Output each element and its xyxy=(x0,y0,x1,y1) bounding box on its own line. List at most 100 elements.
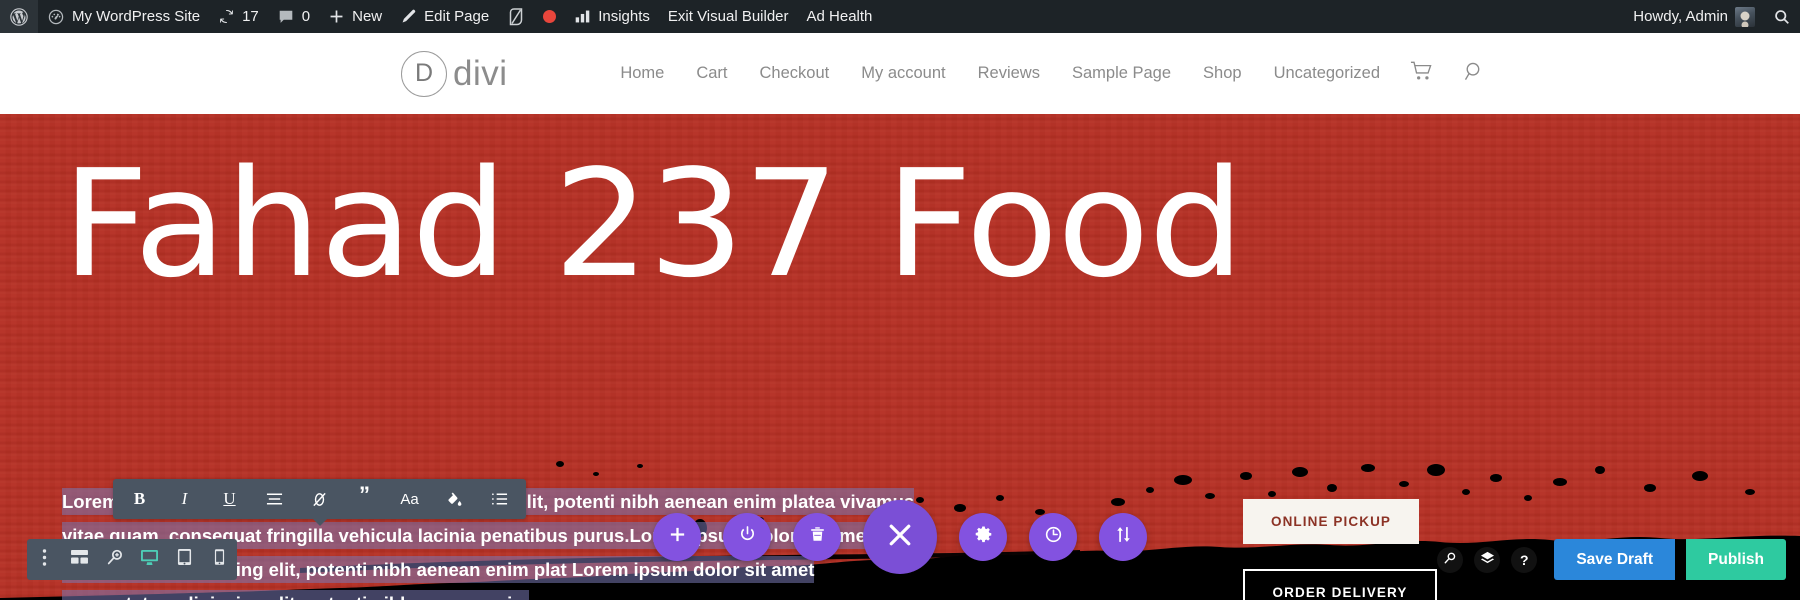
layers-button[interactable] xyxy=(1474,546,1501,573)
adminbar-right-group: Howdy, Admin xyxy=(1624,0,1800,33)
bold-icon[interactable]: B xyxy=(117,479,162,519)
page-settings-button[interactable] xyxy=(723,513,771,561)
adminbar-site-name[interactable]: My WordPress Site xyxy=(38,0,209,33)
italic-icon[interactable]: I xyxy=(162,479,207,519)
layers-icon xyxy=(1480,551,1495,568)
header-search-button[interactable] xyxy=(1449,60,1500,88)
text-color-icon[interactable] xyxy=(432,479,477,519)
plus-icon xyxy=(328,8,345,25)
adminbar-howdy-label: Howdy, Admin xyxy=(1633,8,1728,25)
add-section-button[interactable] xyxy=(653,513,701,561)
nav-item-home[interactable]: Home xyxy=(604,64,680,83)
quote-icon[interactable]: ” xyxy=(342,479,387,519)
phone-view-button[interactable] xyxy=(202,539,237,580)
delete-button[interactable] xyxy=(793,513,841,561)
builder-view-toolbar xyxy=(27,539,237,580)
link-off-icon[interactable] xyxy=(297,479,342,519)
search-icon xyxy=(1443,551,1457,568)
site-header: D divi Home Cart Checkout My account Rev… xyxy=(0,33,1800,114)
shopping-cart-icon xyxy=(1410,60,1435,87)
adminbar-yoast-seo[interactable] xyxy=(498,0,534,33)
search-icon xyxy=(1463,60,1486,88)
search-button[interactable] xyxy=(1437,546,1464,573)
power-icon xyxy=(738,525,757,549)
adminbar-exit-visual-builder[interactable]: Exit Visual Builder xyxy=(659,0,798,33)
quote-glyph: ” xyxy=(359,482,370,507)
nav-item-reviews[interactable]: Reviews xyxy=(962,64,1056,83)
underline-icon[interactable]: U xyxy=(207,479,252,519)
portability-button[interactable] xyxy=(1099,513,1147,561)
layout-grid-icon xyxy=(70,549,89,570)
save-draft-button[interactable]: Save Draft xyxy=(1554,539,1676,580)
adminbar-recording-indicator[interactable] xyxy=(534,0,565,33)
adminbar-search-button[interactable] xyxy=(1764,0,1800,33)
order-delivery-label: ORDER DELIVERY xyxy=(1272,585,1408,600)
nav-item-uncategorized[interactable]: Uncategorized xyxy=(1258,64,1396,83)
up-down-arrows-icon xyxy=(1114,525,1133,549)
pencil-icon xyxy=(400,8,417,25)
publish-button[interactable]: Publish xyxy=(1686,539,1786,580)
list-icon[interactable] xyxy=(477,479,522,519)
search-icon xyxy=(1773,8,1791,26)
clock-icon xyxy=(1044,525,1063,549)
vertical-dots-icon xyxy=(42,548,47,572)
help-button[interactable]: ? xyxy=(1511,546,1538,573)
site-logo[interactable]: D divi xyxy=(401,50,508,97)
save-draft-label: Save Draft xyxy=(1576,550,1654,568)
nav-item-sample-page[interactable]: Sample Page xyxy=(1056,64,1187,83)
adminbar-updates[interactable]: 17 xyxy=(209,0,268,33)
align-icon[interactable] xyxy=(252,479,297,519)
adminbar-comments[interactable]: 0 xyxy=(268,0,319,33)
builder-action-toolbar: ? Save Draft Publish xyxy=(1437,539,1786,580)
adminbar-edit-page-label: Edit Page xyxy=(424,8,490,25)
nav-item-checkout[interactable]: Checkout xyxy=(744,64,846,83)
logo-letter: D xyxy=(414,59,434,87)
adminbar-new-content[interactable]: New xyxy=(319,0,391,33)
text-format-toolbar: B I U ” Aa xyxy=(113,479,526,519)
adminbar-my-account[interactable]: Howdy, Admin xyxy=(1624,0,1764,33)
adminbar-insights-label: Insights xyxy=(598,8,650,25)
close-x-icon xyxy=(885,520,915,555)
trash-icon xyxy=(808,525,827,549)
adminbar-wordpress-logo[interactable] xyxy=(0,0,38,33)
logo-wordmark: divi xyxy=(453,53,508,93)
avatar xyxy=(1735,6,1755,27)
zoom-out-view-button[interactable] xyxy=(97,539,132,580)
settings-button[interactable] xyxy=(959,513,1007,561)
desktop-icon xyxy=(140,549,159,571)
plus-icon xyxy=(668,525,687,549)
close-builder-button[interactable] xyxy=(863,500,937,574)
nav-item-my-account[interactable]: My account xyxy=(845,64,961,83)
nav-item-shop[interactable]: Shop xyxy=(1187,64,1258,83)
red-dot-icon xyxy=(543,10,557,23)
comments-icon xyxy=(277,8,295,26)
adminbar-edit-page[interactable]: Edit Page xyxy=(391,0,498,33)
tablet-icon xyxy=(177,548,192,571)
zoom-icon xyxy=(106,548,124,571)
cart-button[interactable] xyxy=(1396,60,1449,87)
adminbar-ad-health-label: Ad Health xyxy=(806,8,873,25)
divi-logo-icon: D xyxy=(401,50,447,97)
adminbar-ad-health[interactable]: Ad Health xyxy=(798,0,882,33)
history-button[interactable] xyxy=(1029,513,1077,561)
phone-icon xyxy=(214,548,225,571)
underline-glyph: U xyxy=(223,489,236,508)
publish-label: Publish xyxy=(1708,550,1764,568)
more-options-button[interactable] xyxy=(27,539,62,580)
desktop-view-button[interactable] xyxy=(132,539,167,580)
online-pickup-label: ONLINE PICKUP xyxy=(1270,514,1392,529)
adminbar-insights[interactable]: Insights xyxy=(565,0,659,33)
wordpress-logo-icon xyxy=(9,7,29,27)
bold-glyph: B xyxy=(133,489,146,508)
hero-title[interactable]: Fahad 237 Food xyxy=(62,149,1776,300)
online-pickup-button[interactable]: ONLINE PICKUP xyxy=(1243,499,1419,544)
nav-item-cart[interactable]: Cart xyxy=(680,64,743,83)
italic-glyph: I xyxy=(181,489,188,508)
order-delivery-button[interactable]: ORDER DELIVERY xyxy=(1243,569,1437,600)
adminbar-updates-count: 17 xyxy=(242,8,259,25)
wireframe-view-button[interactable] xyxy=(62,539,97,580)
question-mark-icon: ? xyxy=(1520,551,1529,568)
updates-icon xyxy=(218,8,235,25)
font-size-icon[interactable]: Aa xyxy=(387,479,432,519)
tablet-view-button[interactable] xyxy=(167,539,202,580)
